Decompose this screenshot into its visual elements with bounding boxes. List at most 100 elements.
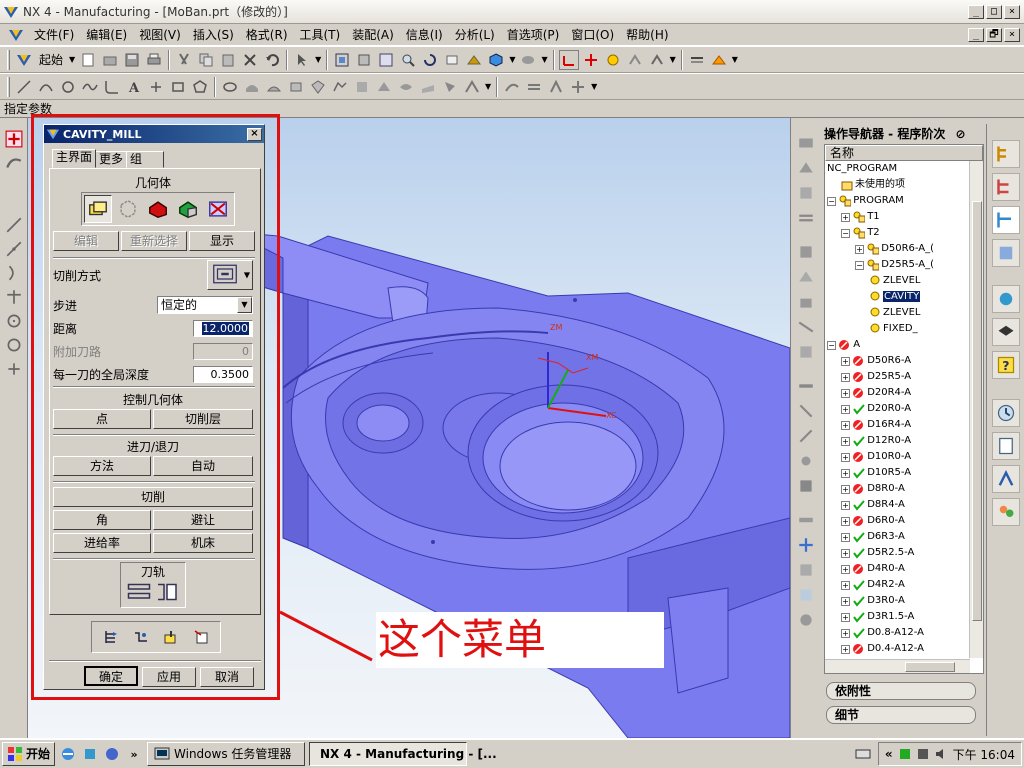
new-file-icon[interactable]	[78, 50, 98, 70]
circle-icon[interactable]	[58, 77, 78, 97]
expand-icon[interactable]: +	[841, 596, 850, 606]
expand-icon[interactable]: +	[841, 356, 850, 366]
edit-curve-icon-4[interactable]	[568, 77, 588, 97]
wcs-display-icon[interactable]	[647, 50, 667, 70]
navigator-tree-row[interactable]: + D16R4-A	[825, 417, 983, 433]
select-icon[interactable]	[292, 50, 312, 70]
snap-intersection-icon[interactable]	[2, 286, 26, 308]
expand-icon[interactable]: +	[841, 516, 850, 526]
surface-dropdown-icon[interactable]: ▼	[485, 82, 491, 91]
zoom-icon[interactable]	[376, 50, 396, 70]
navigator-tree-row[interactable]: FIXED_	[825, 321, 983, 337]
zoom-window-icon[interactable]	[354, 50, 374, 70]
expand-icon[interactable]: +	[841, 628, 850, 638]
paste-icon[interactable]	[218, 50, 238, 70]
menu-edit[interactable]: 编辑(E)	[80, 26, 133, 43]
tray-app-icon-1[interactable]	[899, 748, 911, 760]
surface-icon-3[interactable]	[286, 77, 306, 97]
details-panel[interactable]: 细节	[826, 706, 976, 724]
mfg-op-icon-7[interactable]	[794, 291, 818, 313]
fit-icon[interactable]	[332, 50, 352, 70]
expand-icon[interactable]: +	[841, 564, 850, 574]
navigator-tree-row[interactable]: − PROGRAM	[825, 193, 983, 209]
keyboard-tray-icon[interactable]	[854, 745, 872, 763]
collapse-icon[interactable]: −	[827, 196, 836, 206]
expand-icon[interactable]: +	[841, 468, 850, 478]
navigator-tree-row[interactable]: + D3R0-A	[825, 593, 983, 609]
snap-midpoint-icon[interactable]	[2, 238, 26, 260]
navigator-horizontal-scrollbar[interactable]	[825, 659, 970, 673]
minimize-button[interactable]: _	[968, 4, 984, 19]
display-mode-icon[interactable]	[518, 50, 538, 70]
layer-dropdown-icon[interactable]: ▼	[732, 55, 738, 64]
mfg-op-icon-19[interactable]	[794, 609, 818, 631]
save-icon[interactable]	[122, 50, 142, 70]
help-icon[interactable]: ?	[991, 351, 1020, 379]
mfg-op-icon-5[interactable]	[794, 241, 818, 263]
navigator-tree-row[interactable]: + D0.8-A12-A	[825, 625, 983, 641]
mfg-op-icon-6[interactable]	[794, 266, 818, 288]
ie-quicklaunch-icon[interactable]	[59, 745, 77, 763]
training-icon[interactable]	[991, 318, 1020, 346]
navigator-tree-row[interactable]: + D10R0-A	[825, 449, 983, 465]
process-studio-icon[interactable]	[991, 465, 1020, 493]
navigator-tree-row[interactable]: − A	[825, 337, 983, 353]
expand-icon[interactable]: +	[841, 436, 850, 446]
maximize-button[interactable]: □	[986, 4, 1002, 19]
navigator-tree-row[interactable]: + D10R5-A	[825, 465, 983, 481]
expand-icon[interactable]: +	[841, 212, 850, 222]
roles-icon[interactable]	[991, 498, 1020, 526]
edit-curve-icon-2[interactable]	[524, 77, 544, 97]
menu-view[interactable]: 视图(V)	[133, 26, 187, 43]
task-nx-manufacturing[interactable]: NX 4 - Manufacturing - [...	[309, 742, 497, 766]
edit-curve-icon-3[interactable]	[546, 77, 566, 97]
navigator-tree-row[interactable]: + D3R1.5-A	[825, 609, 983, 625]
cut-icon[interactable]	[174, 50, 194, 70]
surface-icon-6[interactable]	[352, 77, 372, 97]
navigator-method-tab-icon[interactable]	[991, 239, 1020, 267]
assembly-navigator-icon[interactable]	[991, 285, 1020, 313]
view-orient-icon[interactable]	[464, 50, 484, 70]
wcs-orient-icon[interactable]	[558, 49, 579, 70]
display-mode-dropdown-icon[interactable]: ▼	[541, 55, 547, 64]
tray-expand-button[interactable]: «	[885, 747, 893, 761]
wcs-origin-icon[interactable]	[603, 50, 623, 70]
snap-point-icon[interactable]	[2, 128, 26, 150]
surface-icon-10[interactable]	[440, 77, 460, 97]
start-button[interactable]: 开始	[2, 742, 56, 766]
snap-existing-point-icon[interactable]	[2, 358, 26, 380]
menu-preferences[interactable]: 首选项(P)	[501, 26, 566, 43]
mfg-op-icon-12[interactable]	[794, 425, 818, 447]
surface-icon-2[interactable]	[264, 77, 284, 97]
fillet-icon[interactable]	[102, 77, 122, 97]
expand-icon[interactable]: +	[841, 420, 850, 430]
navigator-tree-row[interactable]: + D50R6-A_(	[825, 241, 983, 257]
wcs-rotate-icon[interactable]	[625, 50, 645, 70]
navigator-tree-row[interactable]: + D12R0-A	[825, 433, 983, 449]
render-dropdown-icon[interactable]: ▼	[509, 55, 515, 64]
expand-icon[interactable]: +	[855, 244, 864, 254]
magnify-icon[interactable]	[398, 50, 418, 70]
navigator-tree-row[interactable]: + D20R0-A	[825, 401, 983, 417]
start-menu-button[interactable]: 起始	[39, 51, 63, 68]
surface-icon-4[interactable]	[308, 77, 328, 97]
desktop-quicklaunch-icon[interactable]	[103, 745, 121, 763]
line-icon[interactable]	[14, 77, 34, 97]
navigator-tree-row[interactable]: − D25R5-A_(	[825, 257, 983, 273]
navigator-tree-row[interactable]: 未使用的项	[825, 177, 983, 193]
doc-minimize-button[interactable]: _	[968, 27, 984, 42]
layer-settings-icon[interactable]	[687, 50, 707, 70]
navigator-tree-row[interactable]: + T1	[825, 209, 983, 225]
column-header-name[interactable]: 名称	[825, 145, 983, 161]
surface-icon-5[interactable]	[330, 77, 350, 97]
mfg-op-icon-14[interactable]	[794, 475, 818, 497]
mfg-op-icon-13[interactable]	[794, 450, 818, 472]
snap-endpoint-icon[interactable]	[2, 214, 26, 236]
menu-tools[interactable]: 工具(T)	[294, 26, 347, 43]
start-dropdown-icon[interactable]: ▼	[69, 55, 75, 64]
mfg-op-icon-11[interactable]	[794, 400, 818, 422]
close-window-button[interactable]: ×	[1004, 4, 1020, 19]
expand-icon[interactable]: +	[841, 500, 850, 510]
navigator-tree-row[interactable]: + D8R4-A	[825, 497, 983, 513]
polygon-icon[interactable]	[190, 77, 210, 97]
